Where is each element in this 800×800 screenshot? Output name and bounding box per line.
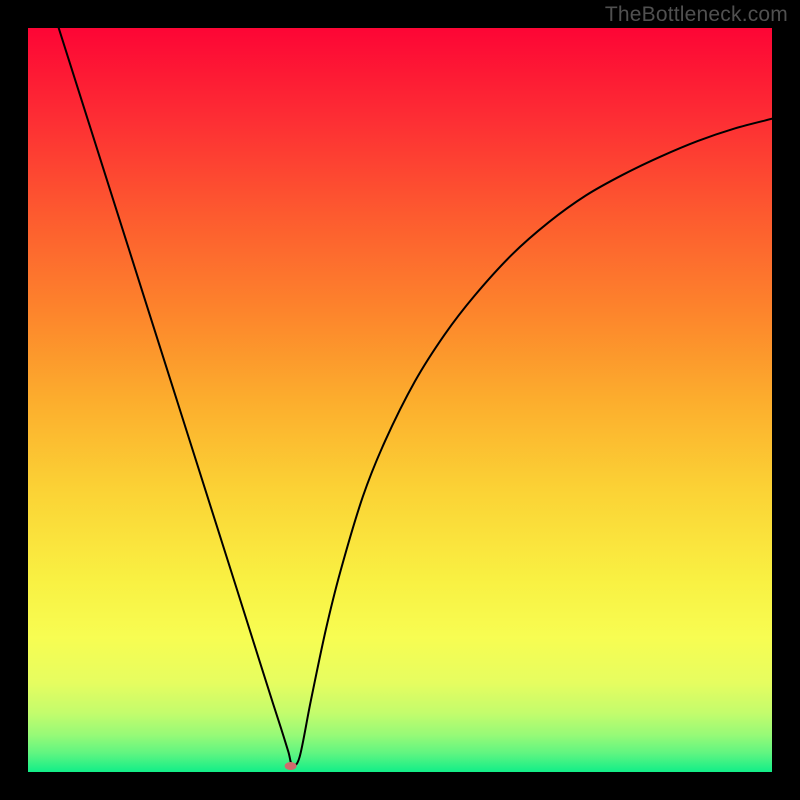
chart-svg	[28, 28, 772, 772]
chart-frame: TheBottleneck.com	[0, 0, 800, 800]
chart-background-gradient	[28, 28, 772, 772]
plot-area	[28, 28, 772, 772]
optimum-marker	[285, 762, 297, 770]
watermark-text: TheBottleneck.com	[605, 3, 788, 27]
